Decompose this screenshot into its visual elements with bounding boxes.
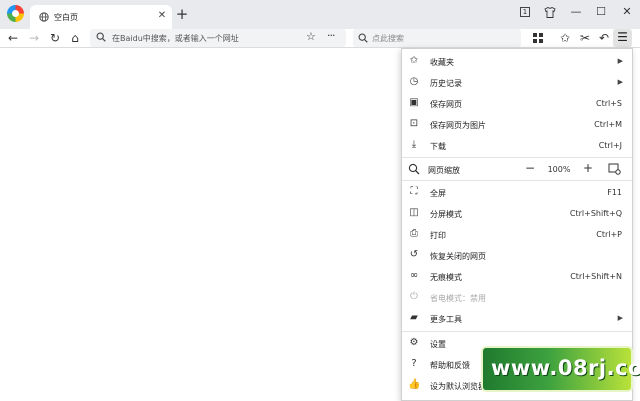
submenu-arrow-icon: ▶ (617, 314, 623, 322)
menu-label: 收藏夹 (430, 58, 454, 67)
menu-item-history[interactable]: ◷ 历史记录 ▶ (402, 72, 632, 92)
address-placeholder: 在Baidu中搜索，或者输入一个网址 (112, 34, 239, 43)
menu-label: 无痕模式 (430, 273, 462, 282)
minimize-button[interactable]: — (567, 4, 585, 20)
search-placeholder: 点此搜索 (372, 34, 404, 43)
save-image-icon: ⊡ (409, 118, 419, 129)
menu-item-fullscreen[interactable]: ⛶ 全屏 F11 (402, 182, 632, 202)
menu-item-restore[interactable]: ↺ 恢复关闭的网页 (402, 245, 632, 265)
screenshot-scissors-icon[interactable]: ✂ (577, 30, 593, 46)
back-button[interactable]: ← (5, 30, 21, 46)
menu-label: 帮助和反馈 (430, 361, 470, 370)
menu-label: 更多工具 (430, 315, 462, 324)
more-dots-icon[interactable]: ··· (327, 29, 335, 42)
apps-grid-icon[interactable] (530, 30, 546, 46)
menu-shortcut: F11 (607, 188, 622, 197)
zoom-level: 100% (547, 165, 571, 174)
forward-button[interactable]: → (26, 30, 42, 46)
favorites-icon[interactable]: ✩ (557, 30, 573, 46)
tab-counter-button[interactable]: 1 (516, 4, 534, 20)
save-page-icon: ▣ (409, 97, 419, 108)
toolbar: ← → ↻ ⌂ 在Baidu中搜索，或者输入一个网址 ☆ ··· 点此搜索 ✩ … (0, 29, 640, 48)
menu-item-print[interactable]: ⎙ 打印 Ctrl+P (402, 224, 632, 244)
menu-item-split-screen[interactable]: ◫ 分屏模式 Ctrl+Shift+Q (402, 203, 632, 223)
menu-label: 全屏 (430, 189, 446, 198)
home-button[interactable]: ⌂ (67, 30, 83, 46)
maximize-button[interactable]: ☐ (592, 4, 610, 20)
menu-label: 保存网页 (430, 100, 462, 109)
zoom-icon (408, 163, 420, 175)
menu-label: 分屏模式 (430, 210, 462, 219)
address-bar[interactable]: 在Baidu中搜索，或者输入一个网址 ☆ ··· (90, 29, 346, 47)
toolbox-icon: ▰ (410, 312, 418, 323)
menu-shortcut: Ctrl+S (595, 99, 622, 108)
zoom-label: 网页缩放 (428, 166, 460, 175)
menu-item-power-saving: ⏻ 省电模式：禁用 (402, 287, 632, 307)
fullscreen-icon: ⛶ (410, 186, 418, 197)
undo-icon[interactable]: ↶ (596, 30, 612, 46)
zoom-fullscreen-icon[interactable] (608, 163, 622, 175)
menu-shortcut: Ctrl+P (596, 230, 622, 239)
search-icon (358, 33, 368, 43)
menu-item-save-image[interactable]: ⊡ 保存网页为图片 Ctrl+M (402, 114, 632, 134)
zoom-in-button[interactable]: + (580, 161, 596, 175)
print-icon: ⎙ (410, 228, 418, 239)
menu-label: 保存网页为图片 (430, 121, 486, 130)
menu-label: 设置 (430, 340, 446, 349)
download-icon: ⤓ (411, 139, 417, 150)
menu-item-incognito[interactable]: ∞ 无痕模式 Ctrl+Shift+N (402, 266, 632, 286)
menu-label: 打印 (430, 231, 446, 240)
skin-icon[interactable] (541, 4, 559, 20)
reload-button[interactable]: ↻ (47, 30, 63, 46)
help-icon: ? (411, 358, 417, 369)
title-bar: 空白页 ✕ + 1 — ☐ ✕ (0, 0, 640, 29)
submenu-arrow-icon: ▶ (617, 57, 623, 65)
tab-close-icon[interactable]: ✕ (156, 10, 168, 22)
menu-shortcut: Ctrl+J (598, 141, 622, 150)
main-menu-button[interactable]: ☰ (613, 29, 632, 47)
history-icon: ◷ (409, 76, 419, 87)
menu-item-more-tools[interactable]: ▰ 更多工具 ▶ (402, 308, 632, 328)
gear-icon: ⚙ (409, 337, 419, 348)
menu-item-zoom: 网页缩放 − 100% + (402, 159, 632, 179)
menu-shortcut: Ctrl+Shift+Q (569, 209, 622, 218)
zoom-out-button[interactable]: − (522, 161, 538, 175)
menu-item-download[interactable]: ⤓ 下载 Ctrl+J (402, 135, 632, 155)
thumbs-up-icon: 👍 (408, 379, 421, 390)
menu-divider (402, 157, 632, 158)
tab-blank-page[interactable]: 空白页 ✕ (30, 5, 172, 29)
watermark-text: www.08rj.com (491, 356, 640, 380)
incognito-icon: ∞ (409, 270, 419, 281)
bookmark-star-icon[interactable]: ☆ (306, 30, 316, 43)
split-screen-icon: ◫ (409, 207, 419, 218)
restore-icon: ↺ (409, 249, 419, 260)
tab-title: 空白页 (54, 13, 78, 22)
site-watermark: www.08rj.com (483, 348, 640, 390)
submenu-arrow-icon: ▶ (617, 78, 623, 86)
menu-divider (402, 180, 632, 181)
power-saving-icon: ⏻ (410, 291, 418, 302)
menu-item-save-page[interactable]: ▣ 保存网页 Ctrl+S (402, 93, 632, 113)
menu-label: 下载 (430, 142, 446, 151)
browser-logo[interactable] (7, 5, 24, 22)
menu-label: 设为默认浏览器 (430, 382, 486, 391)
menu-shortcut: Ctrl+M (594, 120, 622, 129)
search-icon (96, 32, 106, 42)
menu-label: 省电模式：禁用 (430, 294, 486, 303)
menu-label: 恢复关闭的网页 (430, 252, 486, 261)
search-box[interactable]: 点此搜索 (353, 29, 521, 47)
tab-counter: 1 (520, 7, 530, 17)
favorites-icon: ✩ (409, 55, 419, 66)
new-tab-button[interactable]: + (175, 7, 189, 22)
globe-icon (39, 12, 49, 22)
menu-divider (402, 331, 632, 332)
menu-item-favorites[interactable]: ✩ 收藏夹 ▶ (402, 51, 632, 71)
close-window-button[interactable]: ✕ (618, 4, 636, 20)
menu-label: 历史记录 (430, 79, 462, 88)
menu-shortcut: Ctrl+Shift+N (570, 272, 622, 281)
